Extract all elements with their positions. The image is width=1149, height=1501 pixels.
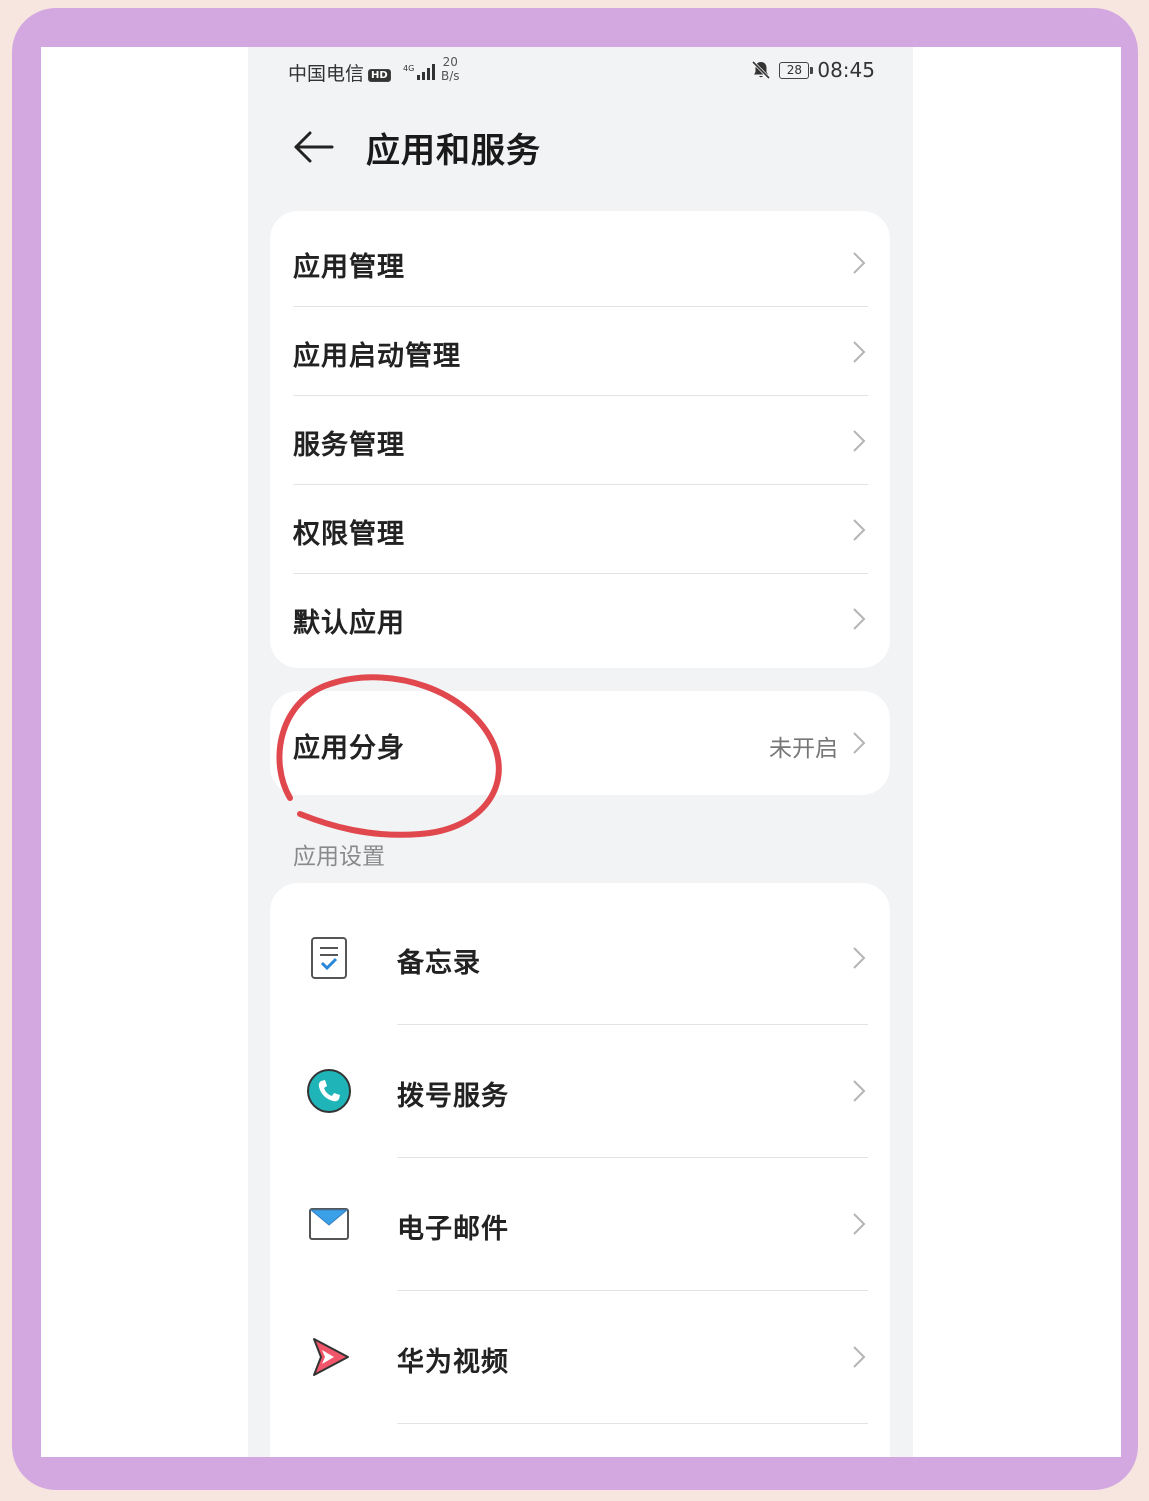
chevron-right-icon [853,252,866,274]
menu-item-label: 应用管理 [293,252,405,283]
page-header: 应用和服务 [248,117,913,177]
menu-item-app-management[interactable]: 应用管理 [270,211,890,306]
chevron-right-icon [853,430,866,452]
app-item-label: 拨号服务 [397,1081,509,1112]
app-item-label: 华为视频 [397,1347,509,1378]
menu-item-label: 应用启动管理 [293,341,461,372]
phone-screen: 中国电信 HD 4G 20 B/s 28 08:45 应用和服务 应用管理 应用… [248,47,913,1457]
app-twin-card: 应用分身 未开启 [270,691,890,795]
battery-icon: 28 [779,61,814,79]
menu-item-label: 服务管理 [293,430,405,461]
section-title: 应用设置 [293,844,385,870]
app-twin-status: 未开启 [769,736,838,762]
phone-icon [307,1069,351,1113]
network-type: 4G [403,64,414,73]
clock: 08:45 [817,58,875,82]
chevron-right-icon [853,947,866,969]
back-button[interactable] [292,125,336,169]
network-speed: 20 B/s [441,55,460,83]
divider [397,1423,868,1424]
app-item-email[interactable]: 电子邮件 [270,1158,890,1290]
menu-item-label: 权限管理 [293,519,405,550]
app-item-huawei-video[interactable]: 华为视频 [270,1291,890,1423]
menu-item-default-apps[interactable]: 默认应用 [270,574,890,668]
menu-item-label: 应用分身 [293,733,405,764]
status-bar: 中国电信 HD 4G 20 B/s 28 08:45 [248,47,913,97]
carrier-info: 中国电信 HD 4G [288,59,435,86]
menu-item-label: 默认应用 [293,608,405,639]
notepad-icon [311,937,347,979]
menu-item-app-launch[interactable]: 应用启动管理 [270,307,890,395]
mail-icon [309,1208,349,1240]
app-item-notes[interactable]: 备忘录 [270,883,890,1023]
chevron-right-icon [853,1213,866,1235]
menu-item-permission[interactable]: 权限管理 [270,485,890,573]
app-item-label: 电子邮件 [397,1214,509,1245]
hd-badge: HD [368,69,391,82]
status-right: 28 08:45 [751,58,875,82]
menu-item-service-management[interactable]: 服务管理 [270,396,890,484]
bell-off-icon [752,60,771,80]
speed-unit: B/s [441,69,460,83]
page-title: 应用和服务 [366,131,541,171]
video-play-icon [313,1338,349,1376]
app-settings-card: 备忘录 拨号服务 电子邮件 华为视频 [270,883,890,1457]
speed-value: 20 [442,55,458,69]
app-item-label: 备忘录 [397,948,481,979]
management-card: 应用管理 应用启动管理 服务管理 权限管理 默认应用 [270,211,890,668]
app-item-dialer[interactable]: 拨号服务 [270,1025,890,1157]
chevron-right-icon [853,1080,866,1102]
chevron-right-icon [853,341,866,363]
chevron-right-icon [853,608,866,630]
arrow-left-icon [294,131,334,163]
signal-icon: 4G [403,64,435,80]
carrier-name: 中国电信 [288,63,365,85]
chevron-right-icon [853,732,866,754]
chevron-right-icon [853,519,866,541]
menu-item-app-twin[interactable]: 应用分身 未开启 [270,691,890,795]
chevron-right-icon [853,1346,866,1368]
